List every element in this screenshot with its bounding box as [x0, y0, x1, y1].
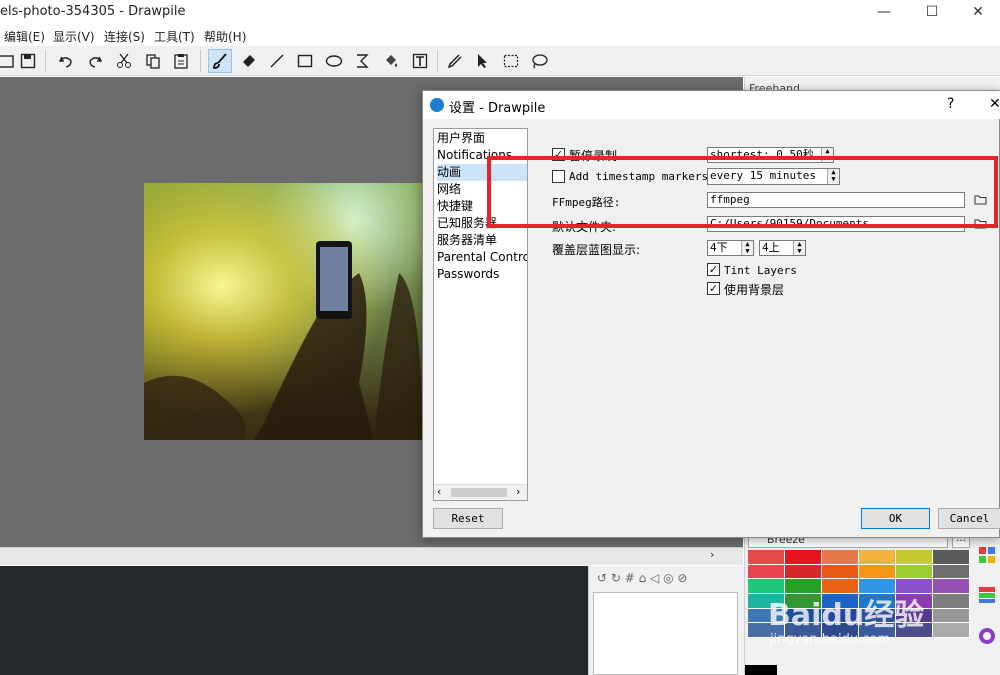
onion-skin-below-value: 4下 [710, 241, 728, 254]
color-picker-icon[interactable] [442, 49, 466, 73]
reset-button[interactable]: Reset [433, 508, 503, 529]
dialog-titlebar: 设置 - Drawpile ? ✕ [423, 91, 1000, 119]
palette-swatch[interactable] [785, 564, 822, 580]
category-user-interface[interactable]: 用户界面 [437, 130, 527, 147]
palette-swatch[interactable] [748, 550, 785, 565]
category-parental-controls[interactable]: Parental Controls [437, 249, 527, 266]
watermark-url: jingyan.baidu.com [770, 632, 890, 647]
line-icon[interactable] [265, 49, 289, 73]
onion-skin-below-spinbox[interactable]: 4下 ▲ ▼ [707, 240, 754, 256]
brush-icon[interactable] [208, 49, 232, 73]
cancel-button[interactable]: Cancel [938, 508, 1000, 529]
toolbar-separator [200, 50, 201, 72]
ok-button[interactable]: OK [861, 508, 930, 529]
use-background-label: 使用背景层 [724, 283, 785, 297]
palette-swatch[interactable] [785, 550, 822, 565]
baidu-watermark: Baidu经验 [768, 598, 925, 633]
menu-view[interactable]: 显示(V) [53, 28, 95, 45]
save-icon[interactable] [16, 49, 40, 73]
onion-skin-above-value: 4上 [762, 241, 780, 254]
palette-swatch[interactable] [859, 564, 896, 580]
copy-icon[interactable] [141, 49, 165, 73]
palette-swatch[interactable] [748, 564, 785, 580]
fill-icon[interactable] [379, 49, 403, 73]
toolbar-separator [45, 50, 46, 72]
palette-swatch[interactable] [896, 550, 933, 565]
palette-swatch[interactable] [933, 594, 970, 609]
menu-tools[interactable]: 工具(T) [154, 28, 195, 45]
menu-session[interactable]: 连接(S) [104, 28, 145, 45]
bezier-icon[interactable] [351, 49, 375, 73]
help-button[interactable]: ? [947, 96, 954, 112]
undo-icon[interactable] [54, 49, 78, 73]
close-dialog-button[interactable]: ✕ [989, 96, 1000, 112]
text-icon[interactable] [408, 49, 432, 73]
palette-swatch[interactable] [933, 623, 970, 638]
palette-swatch[interactable] [822, 550, 859, 565]
window-titlebar: els-photo-354305 - Drawpile — ☐ ✕ [0, 0, 1000, 26]
toolbar-separator [437, 50, 438, 72]
menu-help[interactable]: 帮助(H) [204, 28, 246, 45]
palette-swatch[interactable] [933, 579, 970, 594]
spin-arrows-icon[interactable]: ▲ ▼ [741, 241, 753, 255]
color-wheel-icon[interactable] [978, 627, 996, 645]
rect-select-icon[interactable] [499, 49, 523, 73]
cut-icon[interactable] [112, 49, 136, 73]
spin-arrows-icon[interactable]: ▲ ▼ [793, 241, 805, 255]
close-window-button[interactable]: ✕ [958, 2, 998, 22]
palette-swatch[interactable] [822, 564, 859, 580]
layer-tool-icons[interactable]: ↺ ↻ # ⌂ ◁ ◎ ⊘ [597, 571, 687, 585]
redo-icon[interactable] [83, 49, 107, 73]
category-list-scrollbar[interactable]: ‹ › [434, 484, 527, 500]
palette-swatch[interactable] [933, 608, 970, 624]
tint-layers-label: Tint Layers [724, 264, 797, 277]
scroll-right-arrow-icon[interactable]: › [710, 548, 714, 561]
menu-edit[interactable]: 编辑(E) [4, 28, 45, 45]
paste-icon[interactable] [169, 49, 193, 73]
scroll-right-arrow-icon[interactable]: › [516, 485, 520, 498]
dialog-title: 设置 - Drawpile [449, 101, 546, 116]
scrollbar-thumb[interactable] [451, 488, 507, 497]
window-title: els-photo-354305 - Drawpile [0, 4, 186, 19]
use-background-checkbox[interactable]: ✓ [707, 282, 720, 295]
tint-layers-checkbox[interactable]: ✓ [707, 263, 720, 276]
current-color-swatch[interactable] [745, 665, 777, 675]
canvas-horizontal-scrollbar[interactable]: › [0, 547, 743, 565]
color-sliders-icon[interactable] [978, 586, 996, 604]
palette-swatch[interactable] [933, 564, 970, 580]
ellipse-icon[interactable] [322, 49, 346, 73]
canvas-image[interactable] [144, 183, 422, 440]
palette-swatch[interactable] [933, 550, 970, 565]
palette-swatch[interactable] [896, 564, 933, 580]
palette-grid-icon[interactable] [978, 546, 996, 564]
bottom-dark-panel [0, 566, 588, 675]
category-passwords[interactable]: Passwords [437, 266, 527, 283]
toolbar [0, 46, 1000, 76]
category-server-list[interactable]: 服务器清单 [437, 232, 527, 249]
onion-skin-above-spinbox[interactable]: 4上 ▲ ▼ [759, 240, 806, 256]
eraser-icon[interactable] [237, 49, 261, 73]
scroll-left-arrow-icon[interactable]: ‹ [437, 485, 441, 498]
rectangle-icon[interactable] [293, 49, 317, 73]
minimize-button[interactable]: — [864, 2, 904, 22]
drawpile-logo-icon [430, 98, 444, 112]
palette-swatch[interactable] [859, 550, 896, 565]
maximize-button[interactable]: ☐ [912, 2, 952, 22]
menu-bar: 编辑(E) 显示(V) 连接(S) 工具(T) 帮助(H) [0, 26, 1000, 46]
navigator-preview[interactable] [593, 592, 738, 675]
onion-skin-label: 覆盖层蓝图显示: [552, 243, 641, 257]
lasso-icon[interactable] [527, 49, 551, 73]
highlight-annotation [487, 156, 998, 228]
select-arrow-icon[interactable] [471, 49, 495, 73]
